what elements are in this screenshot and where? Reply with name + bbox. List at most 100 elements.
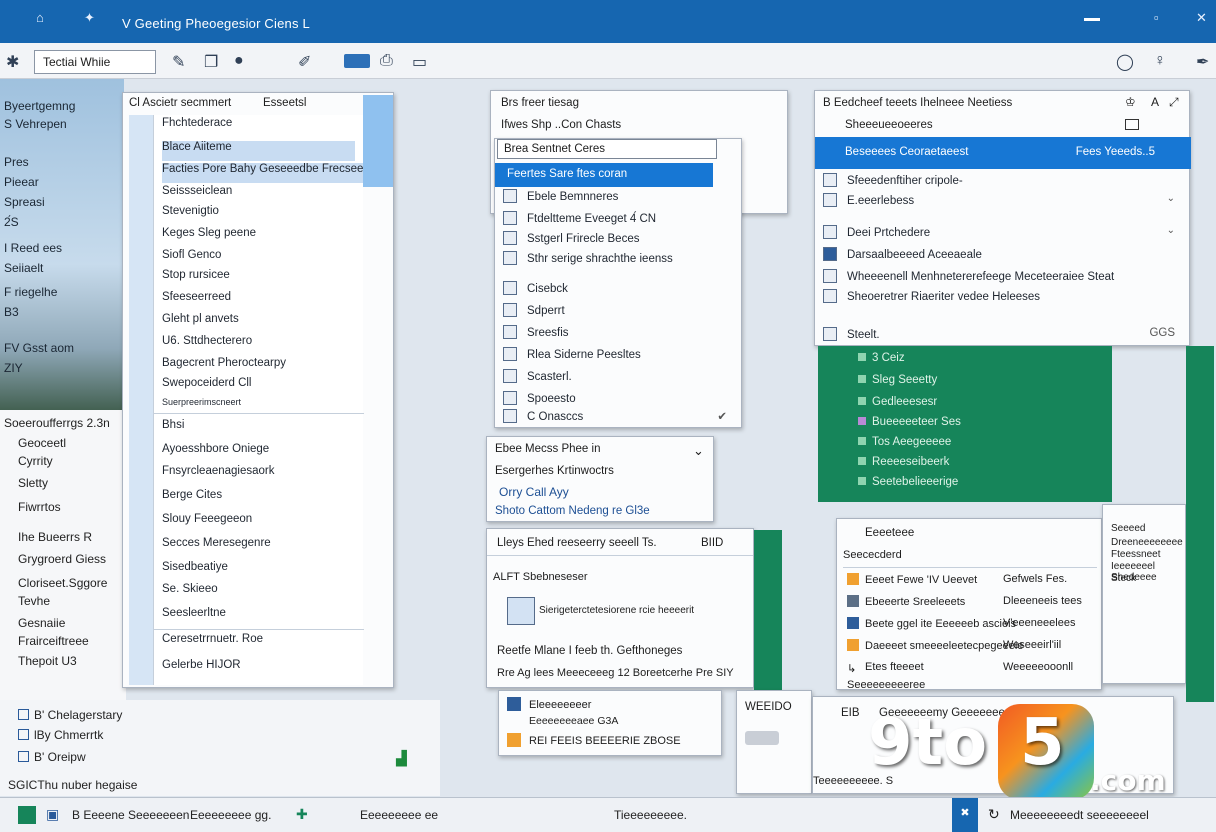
menu-item[interactable]: Sheoeretrer Riaeriter vedee Heleeses bbox=[823, 289, 1181, 309]
menu-item[interactable]: Sthr serige shrachthe ieenss bbox=[503, 251, 733, 271]
menu-item[interactable]: Berge Cites bbox=[162, 489, 355, 509]
menu-item[interactable]: Deei Prtchedere ⌄ bbox=[823, 225, 1181, 245]
menu-item[interactable]: Steelt. GGS bbox=[823, 327, 1181, 347]
home-icon[interactable]: ⌂ bbox=[36, 10, 44, 25]
refresh-icon[interactable]: ● bbox=[234, 52, 244, 70]
help-icon[interactable]: ◯ bbox=[1116, 52, 1134, 72]
window-icon[interactable] bbox=[1125, 119, 1139, 130]
side-item[interactable]: Steck bbox=[1111, 573, 1136, 584]
list-item[interactable]: lBy Chmerrtk bbox=[18, 728, 103, 742]
menu-item[interactable]: Bhsi bbox=[162, 419, 355, 439]
tooltip-item[interactable]: Eleeeeeeeer bbox=[507, 697, 591, 711]
list-item[interactable]: Frairceiftreee bbox=[18, 634, 89, 648]
list-item[interactable]: Cloriseet.Sggore bbox=[18, 576, 107, 590]
property-row[interactable]: Seeeeeeeeeree bbox=[847, 679, 1097, 691]
list-item[interactable]: Geoceetl bbox=[18, 436, 66, 450]
menu-item[interactable]: Darsaalbeeeed Aceeaeale bbox=[823, 247, 1181, 267]
toggle-switch[interactable] bbox=[745, 731, 779, 745]
list-item[interactable]: Cyrrity bbox=[18, 454, 53, 468]
popup-item[interactable]: Orry Call Ayy bbox=[499, 485, 569, 499]
menu-item[interactable]: Seissseiclean bbox=[162, 185, 355, 205]
menu-item[interactable]: Rlea Siderne Peesltes bbox=[503, 347, 733, 367]
monitor-icon[interactable] bbox=[344, 54, 370, 68]
list-item[interactable]: Sletty bbox=[18, 476, 48, 490]
menu-item[interactable]: Fhchtederace bbox=[162, 117, 355, 137]
list-item[interactable]: Thepoit U3 bbox=[18, 654, 77, 668]
green-item[interactable]: 3 Ceiz bbox=[858, 352, 905, 364]
star-icon[interactable]: ✦ bbox=[84, 10, 95, 26]
list-item[interactable]: ALFT Sbebneseser bbox=[493, 571, 588, 583]
property-row[interactable]: Eeeet Fewe 'IV Ueevet Gefwels Fes. bbox=[847, 573, 1097, 586]
menu-item-selected[interactable]: Facties Pore Bahy Geseeedbe Frecseetie bbox=[162, 163, 363, 183]
menu-item[interactable]: Keges Sleg peene bbox=[162, 227, 355, 247]
menu-item[interactable]: Ebele Bemnneres bbox=[503, 189, 733, 209]
menu-item[interactable]: Siofl Genco bbox=[162, 249, 355, 269]
font-icon[interactable]: A bbox=[1151, 95, 1159, 109]
menu-item[interactable]: Gleht pl anvets bbox=[162, 313, 355, 333]
menu-item[interactable]: Wheeeenell Menhnetererefeege Meceteeraie… bbox=[823, 269, 1181, 289]
pen-icon[interactable]: ✒ bbox=[1196, 52, 1209, 72]
green-item[interactable]: Tos Aeegeeeee bbox=[858, 436, 951, 448]
menu-item[interactable]: Se. Skieeo bbox=[162, 583, 355, 603]
menu-item[interactable]: Sdperrt bbox=[503, 303, 733, 323]
list-item[interactable]: Ihe Bueerrs R bbox=[18, 530, 92, 544]
address-field[interactable]: Tectiai Whiie bbox=[34, 50, 156, 74]
close-icon[interactable]: ✕ bbox=[1196, 10, 1207, 26]
menu-item[interactable]: Suerpreerimscneert bbox=[162, 397, 355, 417]
menu-item[interactable]: Fnsyrcleaenagiesaork bbox=[162, 465, 355, 485]
minimize-icon[interactable] bbox=[1084, 18, 1100, 21]
property-row[interactable]: Daeeeet smeeeeleetecpegeeeie Weseeeirl'ii… bbox=[847, 639, 1097, 652]
menu-item[interactable]: Sreesfis bbox=[503, 325, 733, 345]
side-item[interactable]: Fteessneet bbox=[1111, 549, 1160, 560]
folder-icon[interactable]: ▭ bbox=[412, 52, 427, 72]
list-item[interactable]: B' Oreipw bbox=[18, 750, 86, 764]
list-item[interactable]: Grygroerd Giess bbox=[18, 552, 106, 566]
green-item[interactable]: Gedleeesesr bbox=[858, 396, 937, 408]
popup-item[interactable]: Esergerhes Krtinwoctrs bbox=[495, 465, 614, 477]
popup-item[interactable]: Shoto Cattom Nedeng re Gl3e bbox=[495, 505, 650, 517]
menu-item[interactable]: U6. Sttdhecterero bbox=[162, 335, 355, 355]
menu-item[interactable]: Spoeesto bbox=[503, 391, 733, 411]
menu-item[interactable]: Stevenigtio bbox=[162, 205, 355, 225]
green-item[interactable]: Sleg Seeetty bbox=[858, 374, 937, 386]
menu-item[interactable]: Cisebck bbox=[503, 281, 733, 301]
list-item[interactable]: B' Chelagerstary bbox=[18, 708, 122, 722]
menu-item[interactable]: Slouy Feeegeeon bbox=[162, 513, 355, 533]
side-item[interactable]: Dreeneeeeeeee bbox=[1111, 537, 1183, 548]
copy-icon[interactable]: ❐ bbox=[204, 52, 218, 72]
expand-icon[interactable]: ⤢ bbox=[1169, 95, 1179, 110]
green-item[interactable]: Bueeeeeteer Ses bbox=[858, 416, 961, 428]
list-item[interactable]: Gesnaiie bbox=[18, 616, 65, 630]
crown-icon[interactable]: ♔ bbox=[1125, 95, 1136, 109]
menu-item[interactable]: Ayoesshbore Oniege bbox=[162, 443, 355, 463]
menu-item[interactable]: Gelerbe HIJOR bbox=[162, 659, 355, 679]
chevron-down-icon[interactable]: ⌄ bbox=[693, 443, 704, 459]
tooltip-item[interactable]: REI FEEIS BEEEERIE ZBOSE bbox=[507, 733, 681, 747]
list-item[interactable]: SGICThu nuber hegaise bbox=[8, 778, 137, 792]
list-item[interactable]: Reetfe Mlane I feeb th. Gefthoneges bbox=[497, 645, 682, 657]
menu-item[interactable]: Sfeeseerreed bbox=[162, 291, 355, 311]
menu-item[interactable]: Swepoceiderd Cll bbox=[162, 377, 355, 397]
menu-item[interactable]: Blace Aiiteme bbox=[162, 141, 355, 161]
notification-icon[interactable]: ✖ bbox=[952, 798, 978, 832]
menu-item[interactable]: Sstgerl Frirecle Beces bbox=[503, 231, 733, 251]
search-input[interactable]: Brea Sentnet Ceres bbox=[497, 139, 717, 159]
search-icon[interactable]: ↻ bbox=[988, 806, 1000, 823]
menu-item-selected[interactable]: Beseeees Ceoraetaeest Fees Yeeeds..5 bbox=[815, 137, 1191, 169]
monitor-icon[interactable]: ▣ bbox=[46, 806, 59, 823]
menu-item[interactable]: Seesleerltne bbox=[162, 607, 355, 627]
user-icon[interactable]: ♀ bbox=[1154, 52, 1166, 70]
menu-item-selected[interactable]: Feertes Sare ftes coran bbox=[495, 163, 713, 187]
menu-item[interactable]: C Onasccs ✔ bbox=[503, 409, 733, 429]
menu-item[interactable]: Bagecrent Pheroctearpy bbox=[162, 357, 355, 377]
menu-item[interactable]: Stop rursicee bbox=[162, 269, 355, 289]
green-item[interactable]: Seetebelieeerige bbox=[858, 476, 958, 488]
app-icon[interactable] bbox=[18, 806, 36, 824]
edit-icon[interactable]: ✎ bbox=[172, 52, 185, 72]
menu-item[interactable]: Sisedbeatiye bbox=[162, 561, 355, 581]
settings-icon[interactable]: ✱ bbox=[6, 52, 19, 72]
list-item[interactable]: Tevhe bbox=[18, 594, 50, 608]
menu-item[interactable]: Ceresetrrnuetr. Roe bbox=[162, 633, 355, 653]
green-item[interactable]: Reeeeseibeerk bbox=[858, 456, 949, 468]
menu-item[interactable]: Scasterl. bbox=[503, 369, 733, 389]
